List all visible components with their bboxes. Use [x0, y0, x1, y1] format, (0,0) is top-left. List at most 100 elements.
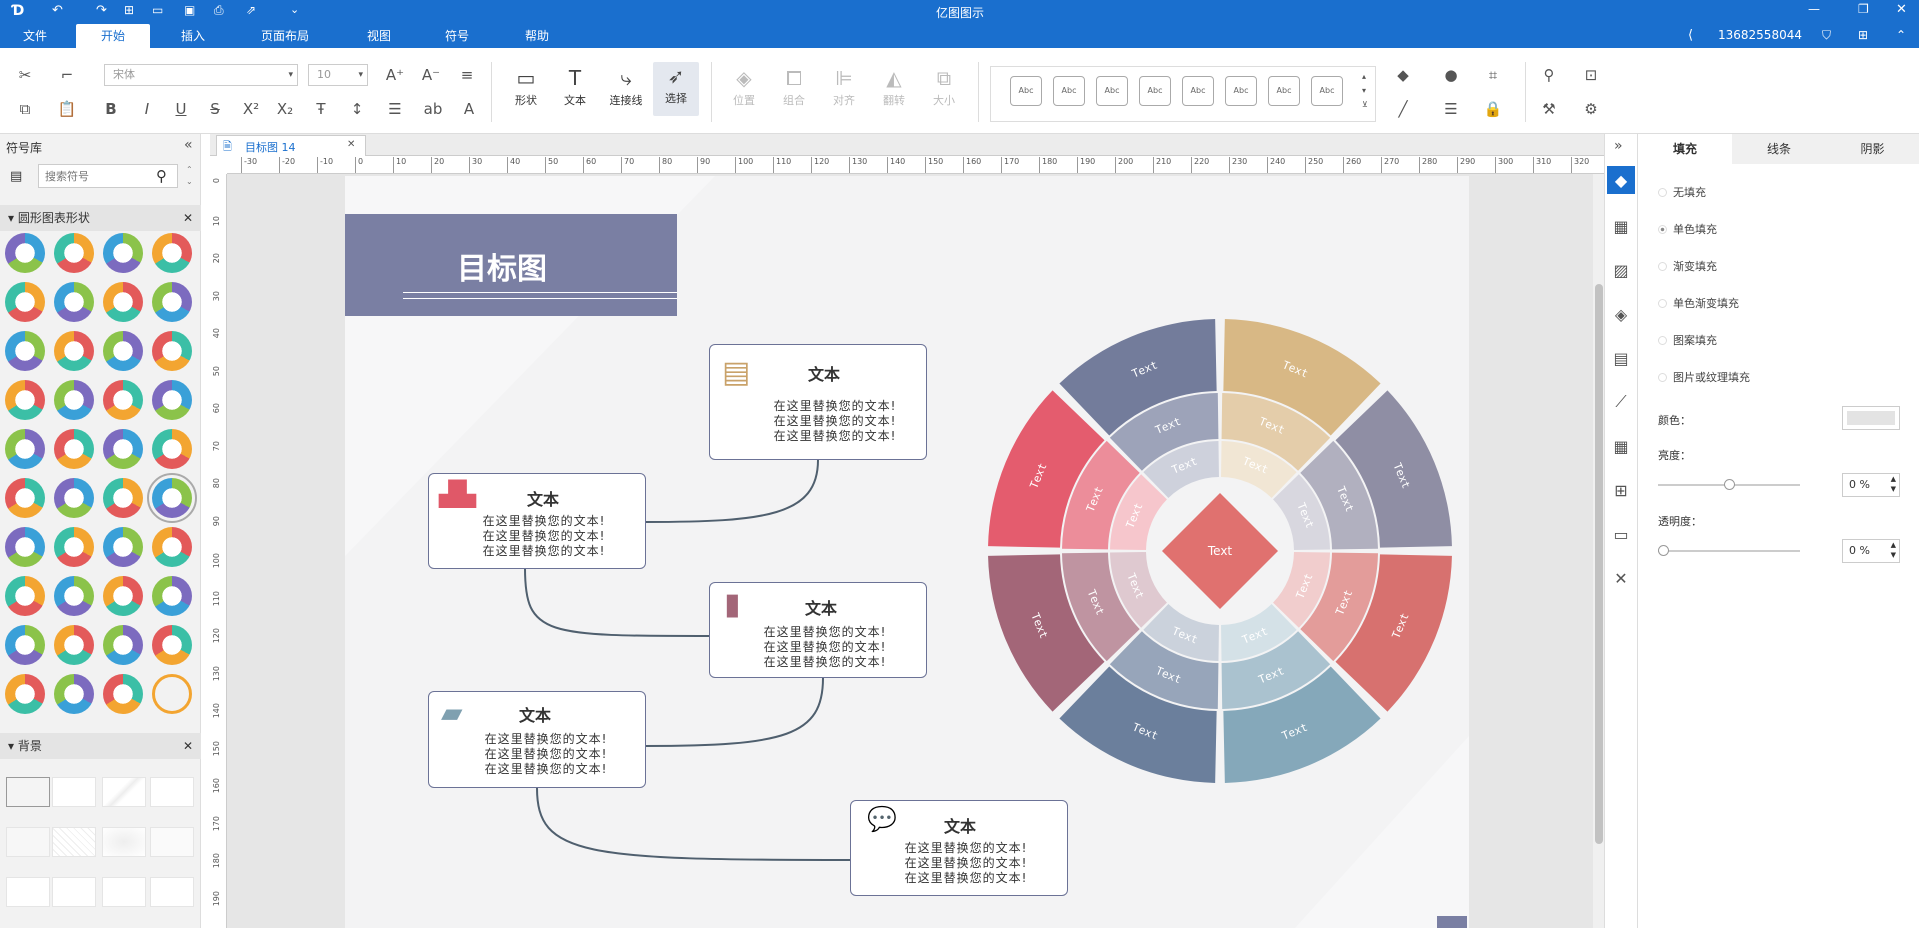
apps-icon[interactable]: ⊞ [1858, 28, 1868, 42]
shirt-icon[interactable]: ⛉ [1822, 28, 1831, 43]
shape-thumbnail[interactable] [54, 282, 94, 322]
table-icon[interactable]: ▦ [1607, 432, 1635, 460]
search-nav-icon[interactable]: ⌃ ⌄ [186, 164, 193, 188]
background-thumb[interactable] [150, 877, 194, 907]
library-menu-icon[interactable]: ▤ [10, 169, 22, 184]
find-replace-icon[interactable]: ⊡ [1580, 64, 1602, 86]
text-card[interactable]: ▤ 文本 在这里替换您的文本! 在这里替换您的文本! 在这里替换您的文本! [709, 344, 927, 460]
shape-thumbnail[interactable] [54, 625, 94, 665]
text-case-icon[interactable]: ab [422, 98, 444, 120]
bullet-list-icon[interactable]: ☰ [384, 98, 406, 120]
tab-line[interactable]: 线条 [1732, 134, 1826, 164]
background-thumb[interactable] [52, 827, 96, 857]
style-swatch[interactable]: Abc [1053, 76, 1085, 106]
expand-panel-icon[interactable]: » [1614, 138, 1623, 154]
background-thumb[interactable] [6, 877, 50, 907]
close-section-icon[interactable]: ✕ [183, 733, 193, 759]
style-swatch[interactable]: Abc [1010, 76, 1042, 106]
bold-icon[interactable]: B [100, 98, 122, 120]
style-swatch[interactable]: Abc [1182, 76, 1214, 106]
menu-file[interactable]: 文件 [12, 24, 58, 48]
background-thumb[interactable] [102, 877, 146, 907]
background-thumb[interactable] [52, 877, 96, 907]
underline-icon[interactable]: U [170, 98, 192, 120]
style-swatch[interactable]: Abc [1225, 76, 1257, 106]
text-card[interactable]: ▰ 文本 在这里替换您的文本! 在这里替换您的文本! 在这里替换您的文本! [428, 691, 646, 788]
search-icon[interactable]: ⚲ [156, 167, 167, 185]
shape-thumbnail[interactable] [152, 331, 192, 371]
layers-icon[interactable]: ◈ [1607, 300, 1635, 328]
text-style-icon[interactable]: Ŧ [310, 98, 332, 120]
background-thumb[interactable] [52, 777, 96, 807]
background-thumb[interactable] [150, 777, 194, 807]
background-thumb[interactable] [102, 827, 146, 857]
font-shrink-icon[interactable]: A⁻ [420, 64, 442, 86]
font-grow-icon[interactable]: A⁺ [384, 64, 406, 86]
user-account[interactable]: 13682558044 [1718, 28, 1802, 42]
text-card[interactable]: 💬 文本 在这里替换您的文本! 在这里替换您的文本! 在这里替换您的文本! [850, 800, 1068, 896]
shape-thumbnail[interactable] [103, 429, 143, 469]
search-icon[interactable]: ⚲ [1538, 64, 1560, 86]
crop-icon[interactable]: ⌗ [1482, 64, 1504, 86]
app-logo-icon[interactable]: Ɗ [12, 3, 24, 19]
background-thumb[interactable] [102, 777, 146, 807]
superscript-icon[interactable]: X² [240, 98, 262, 120]
shape-thumbnail[interactable] [5, 625, 45, 665]
scrollbar-thumb[interactable] [1595, 284, 1603, 844]
style-swatch[interactable]: Abc [1268, 76, 1300, 106]
shape-tool-button[interactable]: ▭ 形状 [503, 64, 549, 108]
color-picker[interactable] [1842, 406, 1900, 430]
slider-handle[interactable] [1724, 479, 1735, 490]
tools-icon[interactable]: ⚒ [1538, 98, 1560, 120]
new-icon[interactable]: ⊞ [124, 3, 134, 17]
align-button[interactable]: ⊫ 对齐 [821, 64, 867, 108]
fill-option[interactable]: 渐变填充 [1658, 258, 1717, 274]
style-swatch[interactable]: Abc [1139, 76, 1171, 106]
shape-thumbnail[interactable] [5, 478, 45, 518]
line-style-icon[interactable]: ☰ [1440, 98, 1462, 120]
shape-thumbnail[interactable] [54, 380, 94, 420]
flip-button[interactable]: ◭ 翻转 [871, 64, 917, 108]
shadow-icon[interactable]: ● [1440, 64, 1462, 86]
target-wheel[interactable]: TextTextText TextTextTextTextTextTextText… [985, 316, 1455, 786]
shape-thumbnail[interactable] [5, 674, 45, 714]
group-button[interactable]: ⧠ 组合 [771, 64, 817, 108]
format-painter-icon[interactable]: ⌐ [56, 64, 78, 86]
tab-shadow[interactable]: 阴影 [1826, 134, 1919, 164]
connector-tool-button[interactable]: ⤷ 连接线 [603, 64, 649, 108]
collapse-ribbon-icon[interactable]: ⌃ [1896, 28, 1906, 42]
text-card[interactable]: ▮ 文本 在这里替换您的文本! 在这里替换您的文本! 在这里替换您的文本! [709, 582, 927, 678]
close-icon[interactable]: ✕ [1896, 2, 1907, 17]
document-tab[interactable]: 🗎 目标图 14 ✕ [216, 135, 366, 156]
gallery-scroll-icon[interactable]: ▴ ▾ ⊻ [1362, 70, 1368, 112]
font-size-select[interactable]: 10 [308, 64, 368, 86]
style-swatch[interactable]: Abc [1096, 76, 1128, 106]
presentation-icon[interactable]: ▭ [1607, 520, 1635, 548]
grid-icon[interactable]: ▦ [1607, 212, 1635, 240]
background-thumb[interactable] [6, 777, 50, 807]
size-button[interactable]: ⧉ 大小 [921, 64, 967, 108]
shape-thumbnail[interactable] [103, 478, 143, 518]
export-icon[interactable]: ⇗ [246, 3, 256, 17]
shape-thumbnail[interactable] [54, 429, 94, 469]
save-icon[interactable]: ▣ [184, 3, 195, 17]
brightness-slider[interactable] [1658, 479, 1800, 490]
strikethrough-icon[interactable]: S [204, 98, 226, 120]
close-tab-icon[interactable]: ✕ [347, 139, 355, 150]
plugins-icon[interactable]: ⚙ [1580, 98, 1602, 120]
text-card[interactable]: ▟▙ 文本 在这里替换您的文本! 在这里替换您的文本! 在这里替换您的文本! [428, 473, 646, 569]
menu-insert[interactable]: 插入 [170, 24, 216, 48]
shape-thumbnail[interactable] [103, 233, 143, 273]
menu-help[interactable]: 帮助 [514, 24, 560, 48]
text-align-icon[interactable]: ≡ [456, 64, 478, 86]
shape-thumbnail[interactable] [103, 576, 143, 616]
menu-view[interactable]: 视图 [356, 24, 402, 48]
background-thumb[interactable] [150, 827, 194, 857]
fill-bucket-icon[interactable]: ◆ [1392, 64, 1414, 86]
more-icon[interactable]: ⌄ [290, 3, 299, 16]
shape-thumbnail[interactable] [5, 429, 45, 469]
font-family-select[interactable]: 宋体 [104, 64, 298, 86]
shape-thumbnail[interactable] [5, 576, 45, 616]
shape-thumbnail[interactable] [152, 527, 192, 567]
shape-thumbnail[interactable] [152, 233, 192, 273]
